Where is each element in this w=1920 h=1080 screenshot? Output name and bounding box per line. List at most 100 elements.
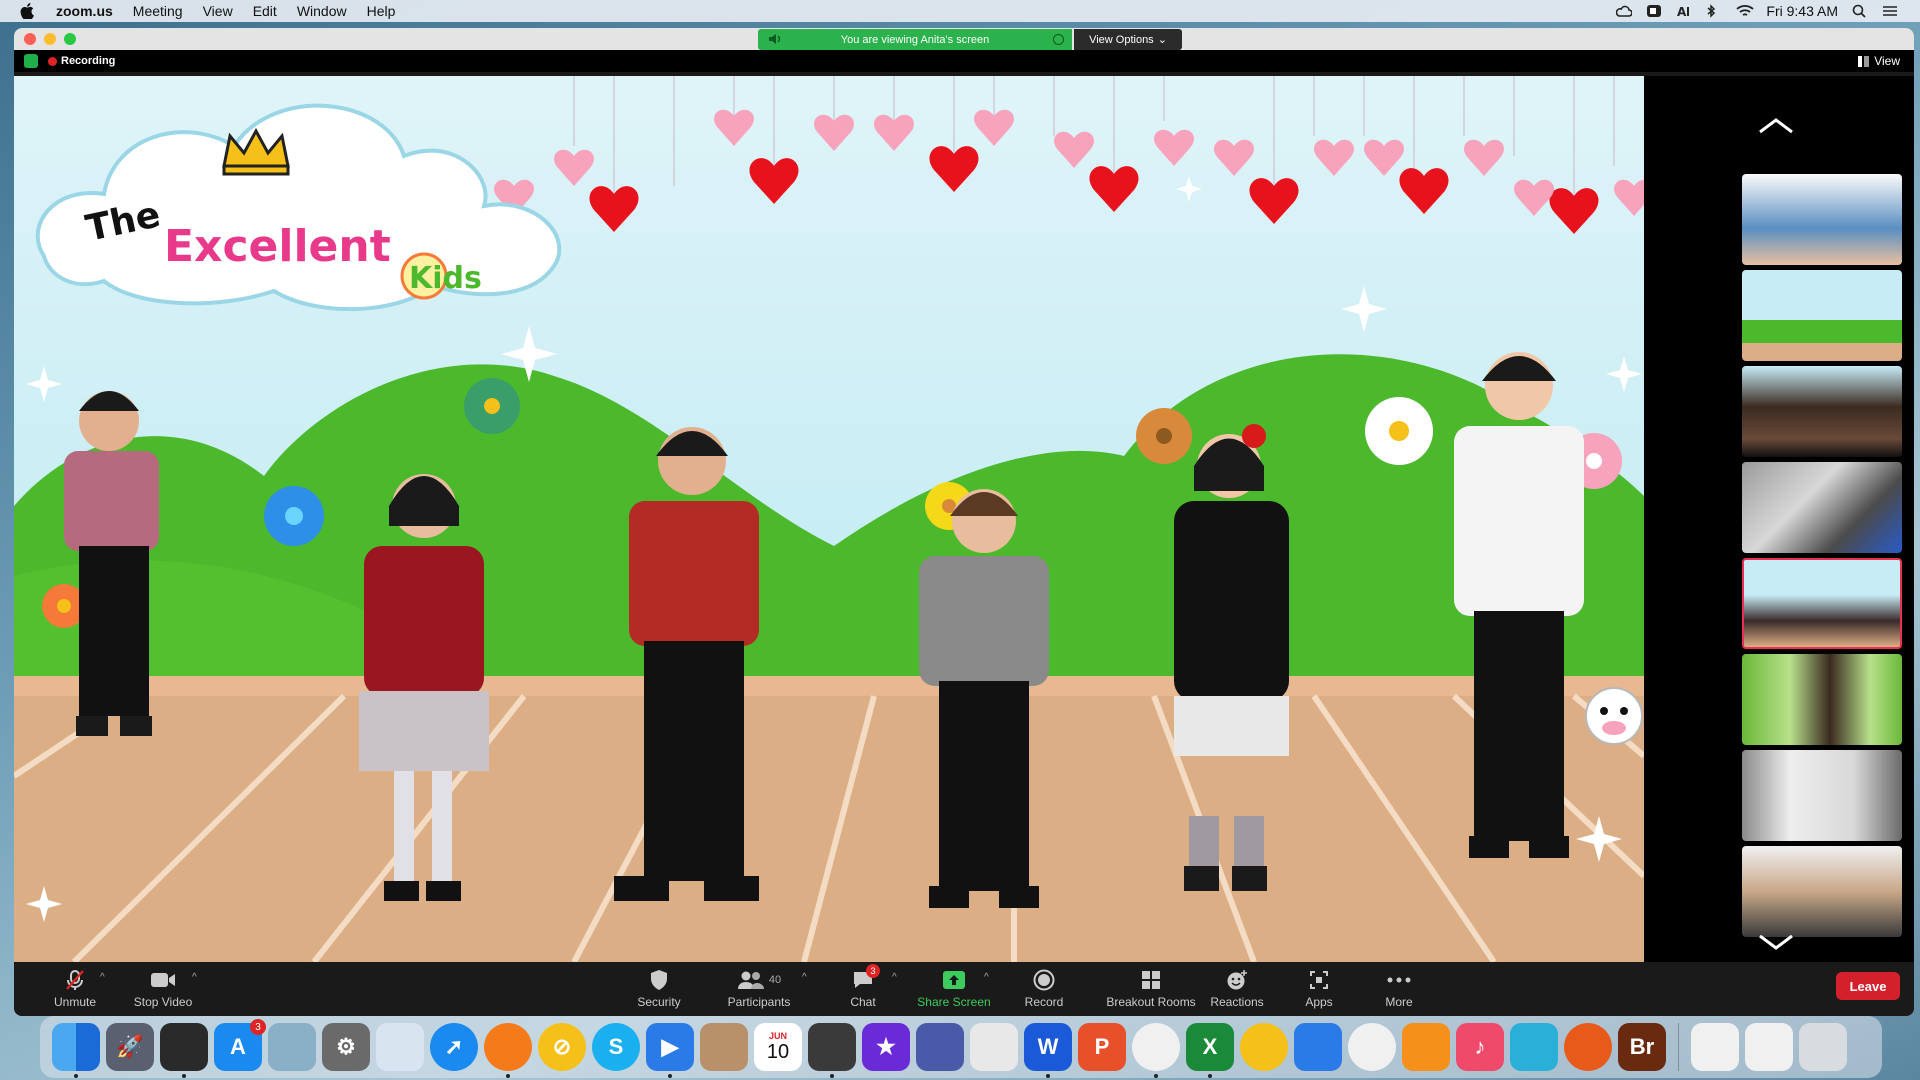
downloads-stack-icon[interactable] [1745,1023,1793,1071]
window-maximize-button[interactable] [64,33,76,45]
trash-icon[interactable] [1799,1023,1847,1071]
participants-button[interactable]: 40 Participants [714,968,804,1009]
preview-icon[interactable] [268,1023,316,1071]
books-icon[interactable] [1402,1023,1450,1071]
dock-separator [1678,1023,1679,1071]
shared-screen-artwork: The Excellent Kids [14,76,1644,962]
microsoft-powerpoint-icon[interactable]: P [1078,1023,1126,1071]
breakout-rooms-button[interactable]: Breakout Rooms [1096,968,1206,1009]
participant-video-tile-3[interactable] [1742,366,1902,457]
launchpad-icon[interactable]: 🚀 [106,1023,154,1071]
logo-cloud: The Excellent Kids [35,103,562,312]
menu-meeting[interactable]: Meeting [133,3,183,19]
creative-cloud-icon[interactable] [1616,4,1634,18]
view-options-button[interactable]: View Options ⌄ [1074,29,1182,50]
view-layout-button[interactable]: View [1858,54,1900,68]
stop-video-label: Stop Video [133,995,193,1009]
accessibility-icon[interactable]: A [1676,4,1692,19]
notes-app-icon[interactable] [1240,1023,1288,1071]
app-store-badge: 3 [250,1019,266,1035]
audio-options-caret-icon[interactable]: ^ [100,972,105,983]
recent-document-icon[interactable] [1691,1023,1739,1071]
menu-edit[interactable]: Edit [253,3,277,19]
apps-button[interactable]: Apps [1274,968,1364,1009]
menu-help[interactable]: Help [367,3,396,19]
window-titlebar: You are viewing Anita's screen View Opti… [14,28,1914,50]
window-minimize-button[interactable] [44,33,56,45]
participant-video-tile-7[interactable] [1742,750,1902,841]
zoom-dock-icon[interactable]: ▶ [646,1023,694,1078]
reactions-button[interactable]: Reactions [1192,968,1282,1009]
menu-view[interactable]: View [203,3,233,19]
wifi-icon[interactable] [1736,4,1755,18]
no-entry-app-icon[interactable]: ⊘ [538,1023,586,1071]
calendar-icon[interactable]: JUN 10 [754,1023,802,1071]
bluetooth-icon[interactable] [1706,4,1722,18]
menu-clock[interactable]: Fri 9:43 AM [1766,3,1838,19]
encryption-shield-icon[interactable] [24,54,38,68]
adobe-bridge-icon[interactable]: Br [1618,1023,1666,1071]
participant-video-tile-2[interactable] [1742,270,1902,361]
control-center-icon[interactable] [1882,4,1898,18]
wooden-floor [14,696,1644,962]
leave-meeting-button[interactable]: Leave [1836,972,1900,1000]
keynote-icon[interactable] [970,1023,1018,1071]
recording-dot-icon [48,56,57,66]
logo-word-kids: Kids [409,261,482,296]
participant-video-tile-4[interactable] [1742,462,1902,553]
breakout-rooms-label: Breakout Rooms [1106,995,1196,1009]
record-label: Record [1024,995,1064,1009]
firefox-icon[interactable] [484,1023,532,1078]
music-icon[interactable]: ♪ [1456,1023,1504,1071]
security-button[interactable]: Security [614,968,704,1009]
mission-control-icon[interactable] [160,1023,208,1078]
microphone-muted-icon [66,970,84,990]
chat-options-caret-icon[interactable]: ^ [892,972,897,983]
more-button[interactable]: More [1354,968,1444,1009]
calendar-month: JUN [768,1030,787,1041]
macos-dock: 🚀 A3 ⚙ ➚ ⊘ S ▶ JUN 10 ★ W P X ♪ Br [40,1016,1882,1078]
share-options-caret-icon[interactable]: ^ [984,972,989,983]
firefox-nightly-icon[interactable] [1564,1023,1612,1071]
window-close-button[interactable] [24,33,36,45]
skype-icon[interactable]: S [592,1023,640,1071]
zoom-status-icon[interactable] [1646,4,1662,18]
menu-app-name[interactable]: zoom.us [56,3,113,19]
pink-hearts [494,109,1644,216]
participant-video-tile-1[interactable] [1742,174,1902,265]
unmute-button[interactable]: Unmute [30,968,120,1009]
safari-icon[interactable]: ➚ [430,1023,478,1071]
chat-unread-badge: 3 [866,964,880,978]
participants-count: 40 [768,974,782,986]
imovie-icon[interactable]: ★ [862,1023,910,1071]
breakout-rooms-icon [1142,971,1160,989]
apple-icon[interactable] [18,2,36,20]
logo-word-excellent: Excellent [164,221,391,272]
script-editor-icon[interactable] [916,1023,964,1071]
stuffit-icon[interactable] [1294,1023,1342,1071]
microsoft-word-icon[interactable]: W [1024,1023,1072,1078]
chat-label: Chat [850,995,876,1009]
family-app-icon[interactable] [1510,1023,1558,1071]
menu-window[interactable]: Window [297,3,347,19]
finder-icon[interactable] [52,1023,100,1078]
microsoft-excel-icon[interactable]: X [1186,1023,1234,1078]
spotlight-search-icon[interactable] [1852,4,1868,18]
participant-video-tile-6[interactable] [1742,654,1902,745]
record-button[interactable]: Record [999,968,1089,1009]
video-options-caret-icon[interactable]: ^ [192,972,197,983]
image-capture-icon[interactable] [376,1023,424,1071]
photos-icon[interactable] [1348,1023,1396,1071]
participants-options-caret-icon[interactable]: ^ [802,972,807,983]
app-store-icon[interactable]: A3 [214,1019,266,1071]
google-chrome-icon[interactable] [1132,1023,1180,1078]
contacts-icon[interactable] [700,1023,748,1071]
security-label: Security [637,995,681,1009]
participant-video-tile-5[interactable] [1742,558,1902,649]
system-preferences-icon[interactable]: ⚙ [322,1023,370,1071]
gallery-scroll-up-icon[interactable] [1756,116,1796,136]
shared-screen[interactable]: The Excellent Kids [14,76,1644,962]
gallery-scroll-down-icon[interactable] [1756,932,1796,952]
photo-booth-icon[interactable] [808,1023,856,1078]
participant-video-tile-8[interactable] [1742,846,1902,937]
